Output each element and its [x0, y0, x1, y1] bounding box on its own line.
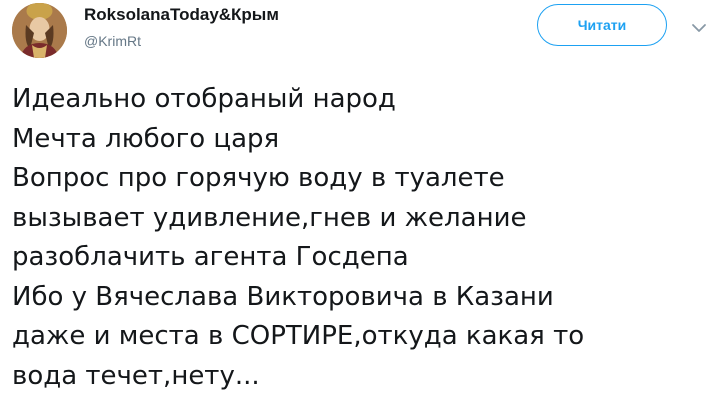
tweet-text-line: Мечта любого царя — [12, 123, 280, 154]
more-menu-button[interactable] — [688, 17, 710, 39]
portrait-icon — [12, 3, 67, 58]
tweet-text-line: вода течет,нету... — [12, 360, 260, 391]
author-avatar[interactable] — [12, 3, 67, 58]
tweet-text-line: разоблачить агента Госдепа — [12, 242, 409, 272]
author-handle[interactable]: @KrimRt — [84, 33, 141, 49]
tweet-text-line: Вопрос про горячую воду в туалете — [12, 163, 505, 193]
tweet-text-line: даже и места в СОРТИРЕ,откуда какая то — [12, 321, 585, 351]
follow-button[interactable]: Читати — [537, 4, 667, 46]
tweet-card: RoksolanaToday&Крым @KrimRt Читати Идеал… — [0, 0, 725, 400]
author-display-name[interactable]: RoksolanaToday&Крым — [84, 5, 279, 25]
tweet-text-line: вызывает удивление,гнев и желание — [12, 202, 527, 233]
tweet-text: Идеально отобраный народ Мечта любого ца… — [12, 80, 712, 396]
tweet-text-line: Идеально отобраный народ — [12, 84, 396, 114]
chevron-down-icon — [692, 24, 706, 32]
tweet-text-line: Ибо у Вячеслава Викторовича в Казани — [12, 281, 554, 312]
